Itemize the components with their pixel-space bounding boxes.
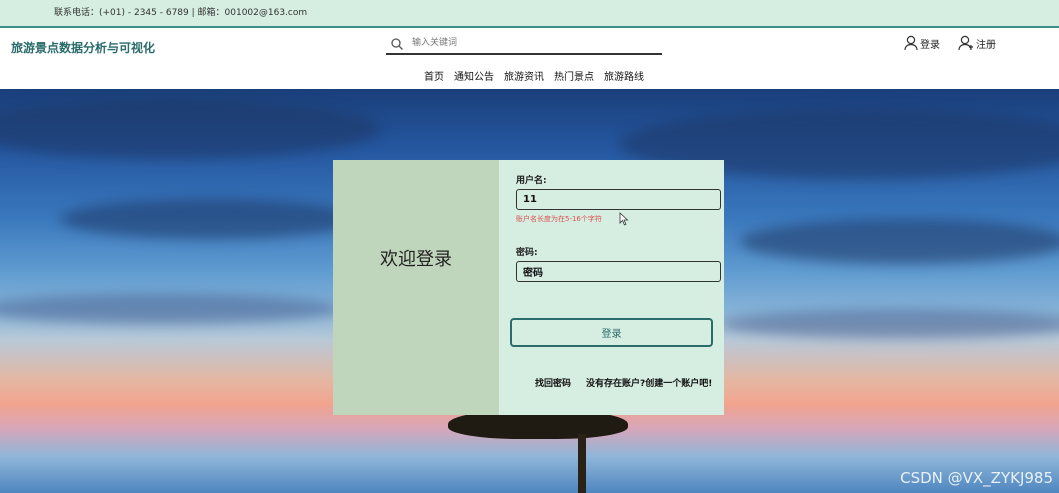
welcome-heading: 欢迎登录 <box>380 249 452 270</box>
login-link[interactable]: 登录 <box>904 35 940 51</box>
watermark: CSDN @VX_ZYKJ985 <box>900 469 1053 487</box>
search-icon[interactable] <box>390 37 404 51</box>
register-label: 注册 <box>976 39 996 51</box>
nav-item-routes[interactable]: 旅游路线 <box>604 68 644 83</box>
site-title[interactable]: 旅游景点数据分析与可视化 <box>11 39 155 56</box>
nav-item-notices[interactable]: 通知公告 <box>454 68 494 83</box>
login-form: 用户名: 账户名长度为在5-16个字符 密码: 登录 找回密码 没有存在账户?创… <box>499 160 724 415</box>
password-field[interactable] <box>516 261 721 282</box>
nav-item-spots[interactable]: 热门景点 <box>554 68 594 83</box>
contact-info: 联系电话：(+01) - 2345 - 6789 | 邮箱：001002@163… <box>54 8 308 18</box>
nav-item-news[interactable]: 旅游资讯 <box>504 68 544 83</box>
search-input[interactable] <box>412 35 652 51</box>
site-header: 旅游景点数据分析与可视化 登录 注册 首页 通知公告 旅游资讯 热门景点 旅游路… <box>0 28 1059 89</box>
search-bar <box>386 34 662 55</box>
main-nav: 首页 通知公告 旅游资讯 热门景点 旅游路线 <box>424 68 644 83</box>
user-icon <box>904 35 918 51</box>
welcome-panel: 欢迎登录 <box>333 160 499 415</box>
mouse-cursor-icon <box>619 212 629 226</box>
username-label: 用户名: <box>516 176 547 186</box>
username-error: 账户名长度为在5-16个字符 <box>516 215 602 223</box>
user-add-icon <box>958 35 973 51</box>
create-account-link[interactable]: 没有存在账户?创建一个账户吧! <box>586 376 712 389</box>
login-button[interactable]: 登录 <box>510 318 713 347</box>
username-field[interactable] <box>516 189 721 210</box>
contact-bar: 联系电话：(+01) - 2345 - 6789 | 邮箱：001002@163… <box>0 0 1059 28</box>
forgot-password-link[interactable]: 找回密码 <box>535 376 571 389</box>
password-label: 密码: <box>516 248 538 258</box>
login-card: 欢迎登录 用户名: 账户名长度为在5-16个字符 密码: 登录 找回密码 没有存… <box>333 160 724 415</box>
nav-item-home[interactable]: 首页 <box>424 68 444 83</box>
register-link[interactable]: 注册 <box>958 35 996 51</box>
login-label: 登录 <box>920 39 940 51</box>
